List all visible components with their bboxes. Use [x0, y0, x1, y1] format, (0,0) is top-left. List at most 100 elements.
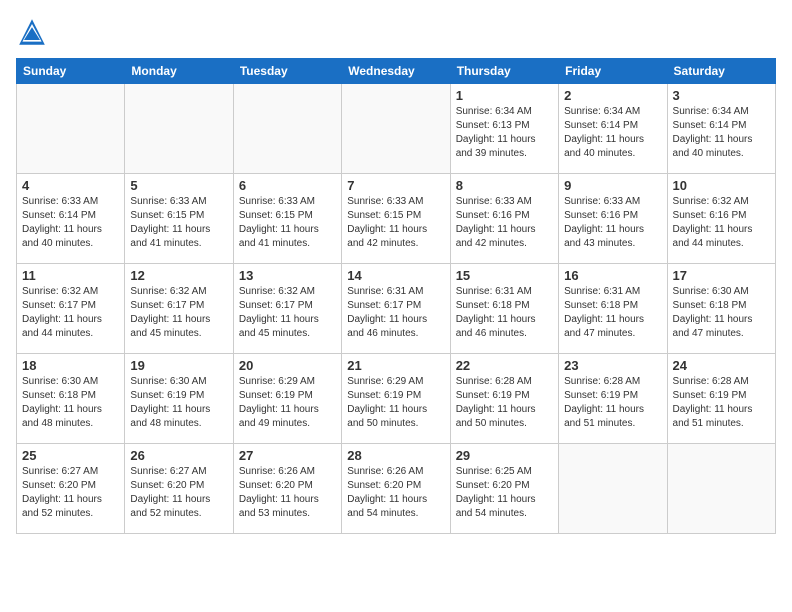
- calendar-cell: 17 Sunrise: 6:30 AM Sunset: 6:18 PM Dayli…: [667, 264, 775, 354]
- calendar-cell: 2 Sunrise: 6:34 AM Sunset: 6:14 PM Daylig…: [559, 84, 667, 174]
- calendar-cell: 25 Sunrise: 6:27 AM Sunset: 6:20 PM Dayli…: [17, 444, 125, 534]
- day-info: Sunrise: 6:29 AM Sunset: 6:19 PM Dayligh…: [239, 375, 336, 431]
- day-info: Sunrise: 6:32 AM Sunset: 6:17 PM Dayligh…: [130, 285, 227, 341]
- day-info: Sunrise: 6:30 AM Sunset: 6:19 PM Dayligh…: [130, 375, 227, 431]
- calendar-cell: 23 Sunrise: 6:28 AM Sunset: 6:19 PM Dayli…: [559, 354, 667, 444]
- calendar-cell: 3Sunrise: 6:34 AM Sunset: 6:14 PM Daylig…: [667, 84, 775, 174]
- day-number: 22: [456, 358, 553, 373]
- day-number: 16: [564, 268, 661, 283]
- calendar-cell: 22 Sunrise: 6:28 AM Sunset: 6:19 PM Dayli…: [450, 354, 558, 444]
- calendar-week-1: 1Sunrise: 6:34 AM Sunset: 6:13 PM Daylig…: [17, 84, 776, 174]
- day-number: 29: [456, 448, 553, 463]
- day-number: 24: [673, 358, 770, 373]
- day-info: Sunrise: 6:33 AM Sunset: 6:16 PM Dayligh…: [456, 195, 553, 251]
- calendar-table: SundayMondayTuesdayWednesdayThursdayFrid…: [16, 58, 776, 534]
- calendar-cell: 1Sunrise: 6:34 AM Sunset: 6:13 PM Daylig…: [450, 84, 558, 174]
- day-number: 26: [130, 448, 227, 463]
- weekday-header-saturday: Saturday: [667, 59, 775, 84]
- day-info: Sunrise: 6:25 AM Sunset: 6:20 PM Dayligh…: [456, 465, 553, 521]
- day-number: 8: [456, 178, 553, 193]
- calendar-cell: 20 Sunrise: 6:29 AM Sunset: 6:19 PM Dayli…: [233, 354, 341, 444]
- day-info: Sunrise: 6:33 AM Sunset: 6:14 PM Dayligh…: [22, 195, 119, 251]
- weekday-header-monday: Monday: [125, 59, 233, 84]
- calendar-cell: [17, 84, 125, 174]
- calendar-header: SundayMondayTuesdayWednesdayThursdayFrid…: [17, 59, 776, 84]
- day-info: Sunrise: 6:34 AM Sunset: 6:14 PM Dayligh…: [673, 105, 770, 161]
- calendar-cell: [559, 444, 667, 534]
- calendar-cell: 27 Sunrise: 6:26 AM Sunset: 6:20 PM Dayli…: [233, 444, 341, 534]
- calendar-cell: 15Sunrise: 6:31 AM Sunset: 6:18 PM Dayli…: [450, 264, 558, 354]
- calendar-cell: 16 Sunrise: 6:31 AM Sunset: 6:18 PM Dayli…: [559, 264, 667, 354]
- day-number: 6: [239, 178, 336, 193]
- day-number: 1: [456, 88, 553, 103]
- day-info: Sunrise: 6:33 AM Sunset: 6:15 PM Dayligh…: [239, 195, 336, 251]
- calendar-cell: 21 Sunrise: 6:29 AM Sunset: 6:19 PM Dayli…: [342, 354, 450, 444]
- calendar-cell: [125, 84, 233, 174]
- day-number: 5: [130, 178, 227, 193]
- day-info: Sunrise: 6:31 AM Sunset: 6:18 PM Dayligh…: [564, 285, 661, 341]
- day-info: Sunrise: 6:33 AM Sunset: 6:15 PM Dayligh…: [130, 195, 227, 251]
- day-info: Sunrise: 6:32 AM Sunset: 6:16 PM Dayligh…: [673, 195, 770, 251]
- day-number: 27: [239, 448, 336, 463]
- day-info: Sunrise: 6:28 AM Sunset: 6:19 PM Dayligh…: [456, 375, 553, 431]
- calendar-cell: [667, 444, 775, 534]
- day-number: 21: [347, 358, 444, 373]
- day-number: 11: [22, 268, 119, 283]
- day-info: Sunrise: 6:30 AM Sunset: 6:18 PM Dayligh…: [22, 375, 119, 431]
- day-info: Sunrise: 6:27 AM Sunset: 6:20 PM Dayligh…: [22, 465, 119, 521]
- day-number: 13: [239, 268, 336, 283]
- calendar-cell: 11 Sunrise: 6:32 AM Sunset: 6:17 PM Dayli…: [17, 264, 125, 354]
- calendar-cell: 26 Sunrise: 6:27 AM Sunset: 6:20 PM Dayli…: [125, 444, 233, 534]
- day-number: 15: [456, 268, 553, 283]
- day-number: 2: [564, 88, 661, 103]
- logo-icon: [16, 16, 48, 48]
- calendar-cell: 18 Sunrise: 6:30 AM Sunset: 6:18 PM Dayli…: [17, 354, 125, 444]
- calendar-cell: 9 Sunrise: 6:33 AM Sunset: 6:16 PM Daylig…: [559, 174, 667, 264]
- day-number: 10: [673, 178, 770, 193]
- calendar-week-5: 25 Sunrise: 6:27 AM Sunset: 6:20 PM Dayli…: [17, 444, 776, 534]
- day-info: Sunrise: 6:31 AM Sunset: 6:17 PM Dayligh…: [347, 285, 444, 341]
- weekday-header-wednesday: Wednesday: [342, 59, 450, 84]
- day-info: Sunrise: 6:34 AM Sunset: 6:14 PM Dayligh…: [564, 105, 661, 161]
- day-info: Sunrise: 6:32 AM Sunset: 6:17 PM Dayligh…: [22, 285, 119, 341]
- calendar-cell: [233, 84, 341, 174]
- day-info: Sunrise: 6:26 AM Sunset: 6:20 PM Dayligh…: [347, 465, 444, 521]
- calendar-cell: 19Sunrise: 6:30 AM Sunset: 6:19 PM Dayli…: [125, 354, 233, 444]
- calendar-week-2: 4 Sunrise: 6:33 AM Sunset: 6:14 PM Daylig…: [17, 174, 776, 264]
- day-number: 23: [564, 358, 661, 373]
- page-header: [16, 16, 776, 48]
- calendar-cell: 6 Sunrise: 6:33 AM Sunset: 6:15 PM Daylig…: [233, 174, 341, 264]
- calendar-cell: 8 Sunrise: 6:33 AM Sunset: 6:16 PM Daylig…: [450, 174, 558, 264]
- weekday-header-friday: Friday: [559, 59, 667, 84]
- day-number: 28: [347, 448, 444, 463]
- day-number: 12: [130, 268, 227, 283]
- day-number: 4: [22, 178, 119, 193]
- calendar-body: 1Sunrise: 6:34 AM Sunset: 6:13 PM Daylig…: [17, 84, 776, 534]
- calendar-cell: 12 Sunrise: 6:32 AM Sunset: 6:17 PM Dayli…: [125, 264, 233, 354]
- weekday-header-tuesday: Tuesday: [233, 59, 341, 84]
- day-number: 20: [239, 358, 336, 373]
- day-number: 25: [22, 448, 119, 463]
- calendar-cell: 10 Sunrise: 6:32 AM Sunset: 6:16 PM Dayli…: [667, 174, 775, 264]
- calendar-cell: 4 Sunrise: 6:33 AM Sunset: 6:14 PM Daylig…: [17, 174, 125, 264]
- day-number: 7: [347, 178, 444, 193]
- day-info: Sunrise: 6:28 AM Sunset: 6:19 PM Dayligh…: [673, 375, 770, 431]
- calendar-cell: [342, 84, 450, 174]
- day-info: Sunrise: 6:26 AM Sunset: 6:20 PM Dayligh…: [239, 465, 336, 521]
- day-number: 14: [347, 268, 444, 283]
- day-number: 17: [673, 268, 770, 283]
- weekday-header-thursday: Thursday: [450, 59, 558, 84]
- calendar-cell: 28 Sunrise: 6:26 AM Sunset: 6:20 PM Dayli…: [342, 444, 450, 534]
- day-info: Sunrise: 6:28 AM Sunset: 6:19 PM Dayligh…: [564, 375, 661, 431]
- day-info: Sunrise: 6:30 AM Sunset: 6:18 PM Dayligh…: [673, 285, 770, 341]
- day-number: 9: [564, 178, 661, 193]
- day-number: 18: [22, 358, 119, 373]
- calendar-cell: 5 Sunrise: 6:33 AM Sunset: 6:15 PM Daylig…: [125, 174, 233, 264]
- day-info: Sunrise: 6:29 AM Sunset: 6:19 PM Dayligh…: [347, 375, 444, 431]
- day-info: Sunrise: 6:33 AM Sunset: 6:16 PM Dayligh…: [564, 195, 661, 251]
- weekday-header-sunday: Sunday: [17, 59, 125, 84]
- calendar-week-3: 11 Sunrise: 6:32 AM Sunset: 6:17 PM Dayli…: [17, 264, 776, 354]
- weekday-header-row: SundayMondayTuesdayWednesdayThursdayFrid…: [17, 59, 776, 84]
- day-info: Sunrise: 6:27 AM Sunset: 6:20 PM Dayligh…: [130, 465, 227, 521]
- calendar-cell: 7Sunrise: 6:33 AM Sunset: 6:15 PM Daylig…: [342, 174, 450, 264]
